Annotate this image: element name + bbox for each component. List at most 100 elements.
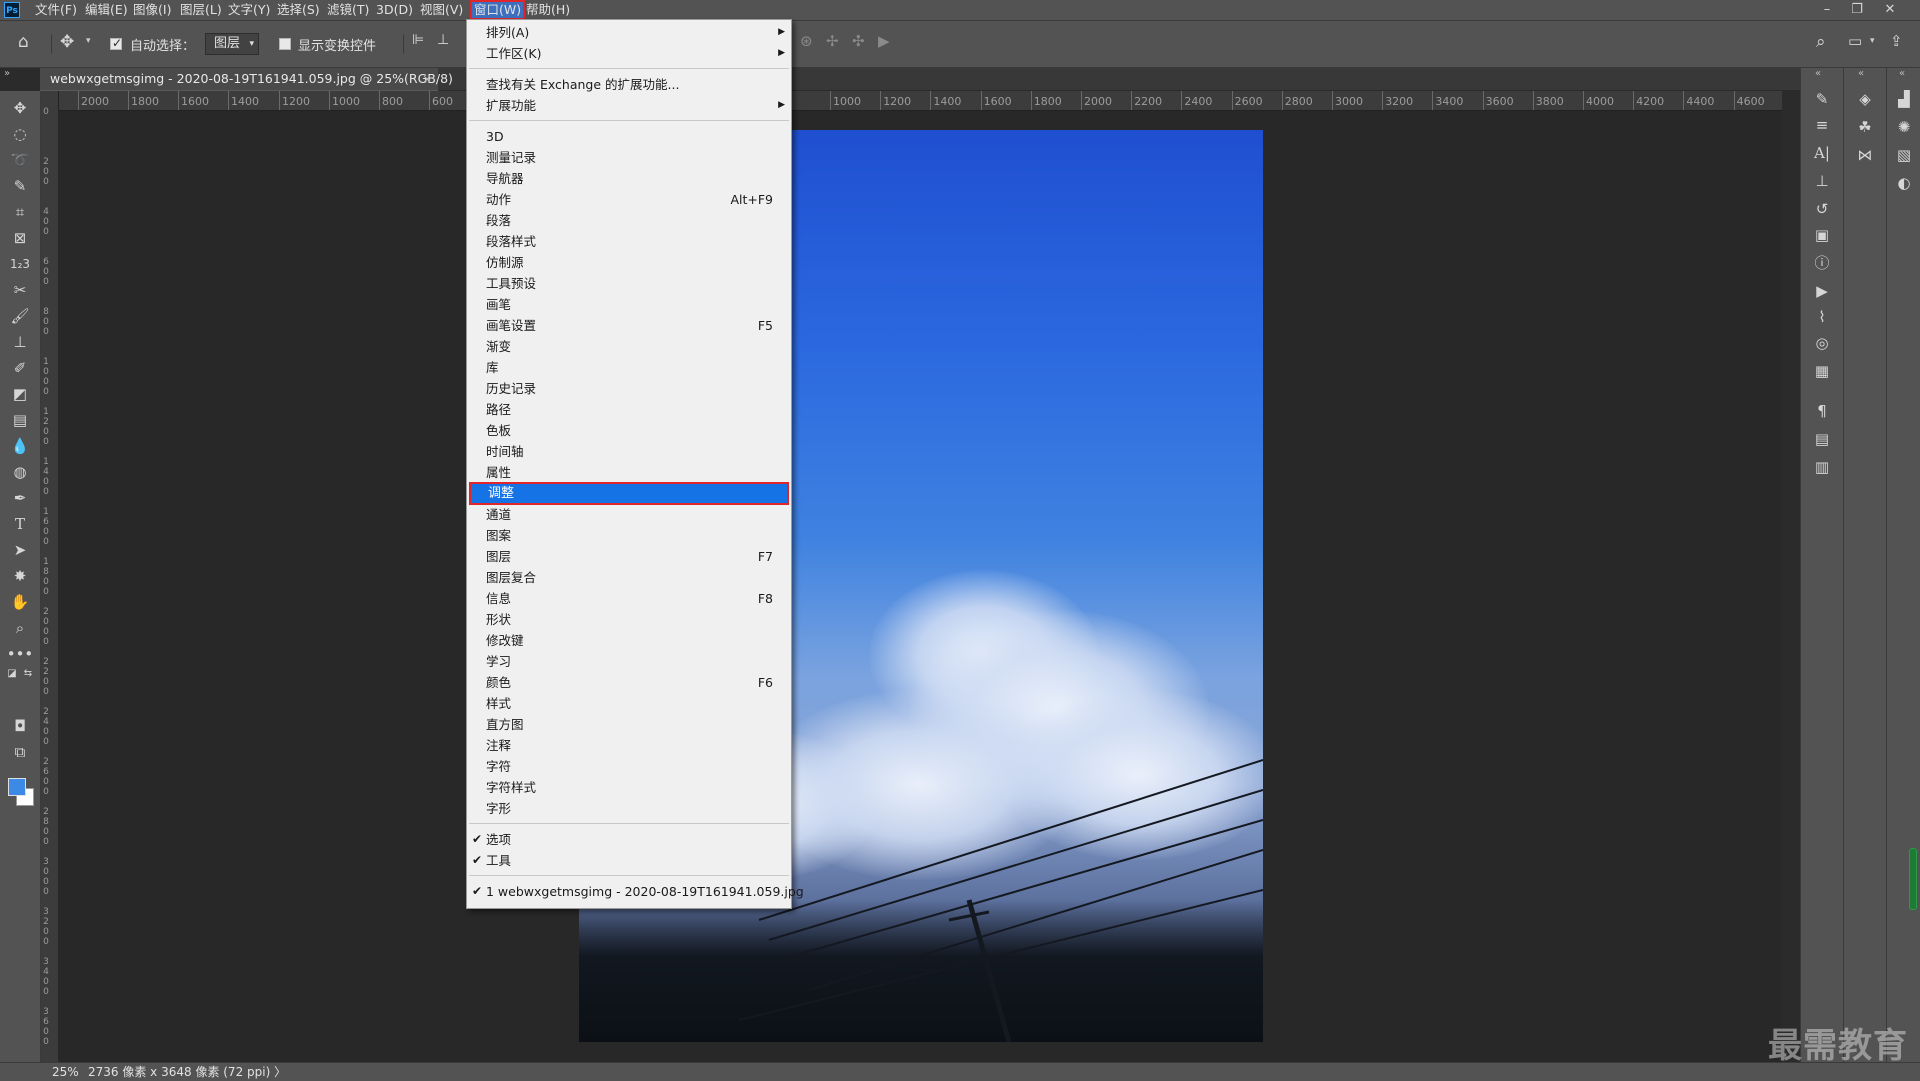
menu-item-37[interactable]: 字符样式 [467,777,791,798]
channels-icon[interactable]: ☘ [1844,114,1886,140]
menu-item-7[interactable]: 测量记录 [467,147,791,168]
collapse-icon[interactable]: « [1815,68,1821,79]
clone-source-icon[interactable]: ⊥ [1801,168,1843,194]
document-tab[interactable]: webwxgetmsgimg - 2020-08-19T161941.059.j… [40,68,453,91]
menu-item-4[interactable]: 扩展功能 ▶ [467,95,791,116]
collapse-toolbar-icon[interactable]: » [4,68,10,79]
status-menu-arrow-icon[interactable]: 〉 [274,1065,286,1079]
menu-item-11[interactable]: 段落样式 [467,231,791,252]
menu-item-38[interactable]: 字形 [467,798,791,819]
marquee-tool-icon[interactable]: ◌ [0,123,40,145]
menu-item-24[interactable]: 通道 [467,504,791,525]
show-transform-checkbox[interactable] [279,38,291,50]
menu-item-43[interactable]: ✔ 1 webwxgetmsgimg - 2020-08-19T161941.05… [467,881,804,902]
move-tool-icon[interactable]: ✥ [0,97,40,119]
workspace-icon[interactable]: ▭ [1848,32,1862,50]
move-tool-icon[interactable]: ✥ [60,32,74,52]
menu-item-10[interactable]: 段落 [467,210,791,231]
menu-item-21[interactable]: 时间轴 [467,441,791,462]
info-icon[interactable]: ⓘ [1801,250,1843,276]
menu-4[interactable]: 文字(Y) [226,0,272,20]
menu-7[interactable]: 3D(D) [374,0,415,20]
photoshop-logo-icon[interactable]: Ps [4,2,20,18]
menu-5[interactable]: 选择(S) [275,0,322,20]
auto-select-checkbox[interactable] [110,36,122,50]
menu-item-15[interactable]: 画笔设置 F5 [467,315,791,336]
zoom-level[interactable]: 25% [52,1063,79,1081]
minimize-button[interactable]: – [1812,0,1842,20]
clone-stamp-tool-icon[interactable]: ⊥ [0,331,40,353]
auto-select-target-dropdown[interactable]: 图层 ▾ [205,33,259,55]
chevron-down-icon[interactable]: ▾ [1870,36,1875,46]
menu-item-23[interactable]: 调整 [469,482,789,505]
menu-2[interactable]: 图像(I) [131,0,173,20]
menu-item-32[interactable]: 颜色 F6 [467,672,791,693]
shape-tool-icon[interactable]: ✸ [0,565,40,587]
notes-icon[interactable]: ▥ [1801,454,1843,480]
brush-settings-icon[interactable]: ✎ [1801,86,1843,112]
roll-3d-icon[interactable]: ✢ [826,32,839,50]
swap-colors-icon[interactable]: ⇆ [8,663,48,685]
frame-tool-icon[interactable]: ⊠ [0,227,40,249]
libraries-icon[interactable]: ▧ [1887,142,1920,168]
menu-8[interactable]: 视图(V) [418,0,465,20]
menu-item-9[interactable]: 动作 Alt+F9 [467,189,791,210]
color-icon[interactable]: ◐ [1887,170,1920,196]
horizontal-ruler[interactable]: 2000 1800 1600 1400 1200 1000 800 600 1000 1200 14… [58,91,1782,111]
menu-item-6[interactable]: 3D [467,126,791,147]
foreground-color-swatch[interactable] [8,778,26,796]
collapse-icon[interactable]: « [1858,68,1864,79]
menu-1[interactable]: 编辑(E) [83,0,130,20]
pan-3d-icon[interactable]: ✣ [852,32,865,50]
close-tab-icon[interactable]: × [422,68,432,90]
menu-3[interactable]: 图层(L) [178,0,224,20]
menu-item-12[interactable]: 仿制源 [467,252,791,273]
video-3d-icon[interactable]: ▶ [878,32,890,50]
menu-item-36[interactable]: 字符 [467,756,791,777]
menu-item-18[interactable]: 历史记录 [467,378,791,399]
history-brush-tool-icon[interactable]: ✐ [0,357,40,379]
pen-tool-icon[interactable]: ✒ [0,487,40,509]
character-icon[interactable]: A| [1801,140,1843,166]
count-tool-icon[interactable]: 1₂3 [0,253,40,275]
path-select-tool-icon[interactable]: ➤ [0,539,40,561]
more-tools-icon[interactable]: ••• [0,643,40,665]
menu-item-25[interactable]: 图案 [467,525,791,546]
crop-tool-icon[interactable]: ⌗ [0,201,40,223]
menu-item-14[interactable]: 画笔 [467,294,791,315]
brush-tool-icon[interactable]: 🖌 [0,305,40,327]
menu-item-8[interactable]: 导航器 [467,168,791,189]
zoom-tool-icon[interactable]: ⌕ [0,617,40,639]
menu-item-27[interactable]: 图层复合 [467,567,791,588]
paragraph-styles-icon[interactable]: ▤ [1801,426,1843,452]
restore-button[interactable]: ❐ [1842,0,1872,20]
menu-0[interactable]: 文件(F) [33,0,79,20]
orbit-3d-icon[interactable]: ⊛ [800,32,813,50]
menu-item-26[interactable]: 图层 F7 [467,546,791,567]
history-icon[interactable]: ↺ [1801,196,1843,222]
collapse-icon[interactable]: « [1899,68,1905,79]
home-icon[interactable]: ⌂ [18,32,29,52]
histogram-icon[interactable]: ▟ [1887,86,1920,112]
paths-panel-icon[interactable]: ⋈ [1844,142,1886,168]
gradient-tool-icon[interactable]: ▤ [0,409,40,431]
menu-item-1[interactable]: 工作区(K) ▶ [467,43,791,64]
tool-presets-icon[interactable]: ▣ [1801,222,1843,248]
align-left-icon[interactable]: ⊫ [412,32,424,48]
chevron-down-icon[interactable]: ▾ [86,36,91,46]
menu-item-22[interactable]: 属性 [467,462,791,483]
blur-tool-icon[interactable]: 💧 [0,435,40,457]
type-tool-icon[interactable]: T [0,513,40,535]
3d-icon[interactable]: ◎ [1801,330,1843,356]
paragraph-icon[interactable]: ¶ [1801,398,1843,424]
menu-item-40[interactable]: ✔ 选项 [467,829,791,850]
vertical-ruler[interactable]: 0200400600800100012001400160018002000220… [40,91,59,1062]
menu-item-17[interactable]: 库 [467,357,791,378]
layers-icon[interactable]: ◈ [1844,86,1886,112]
paths-icon[interactable]: ⌇ [1801,304,1843,330]
menu-item-34[interactable]: 直方图 [467,714,791,735]
menu-item-30[interactable]: 修改键 [467,630,791,651]
menu-item-35[interactable]: 注释 [467,735,791,756]
navigator-icon[interactable]: ✺ [1887,114,1920,140]
menu-6[interactable]: 滤镜(T) [325,0,371,20]
